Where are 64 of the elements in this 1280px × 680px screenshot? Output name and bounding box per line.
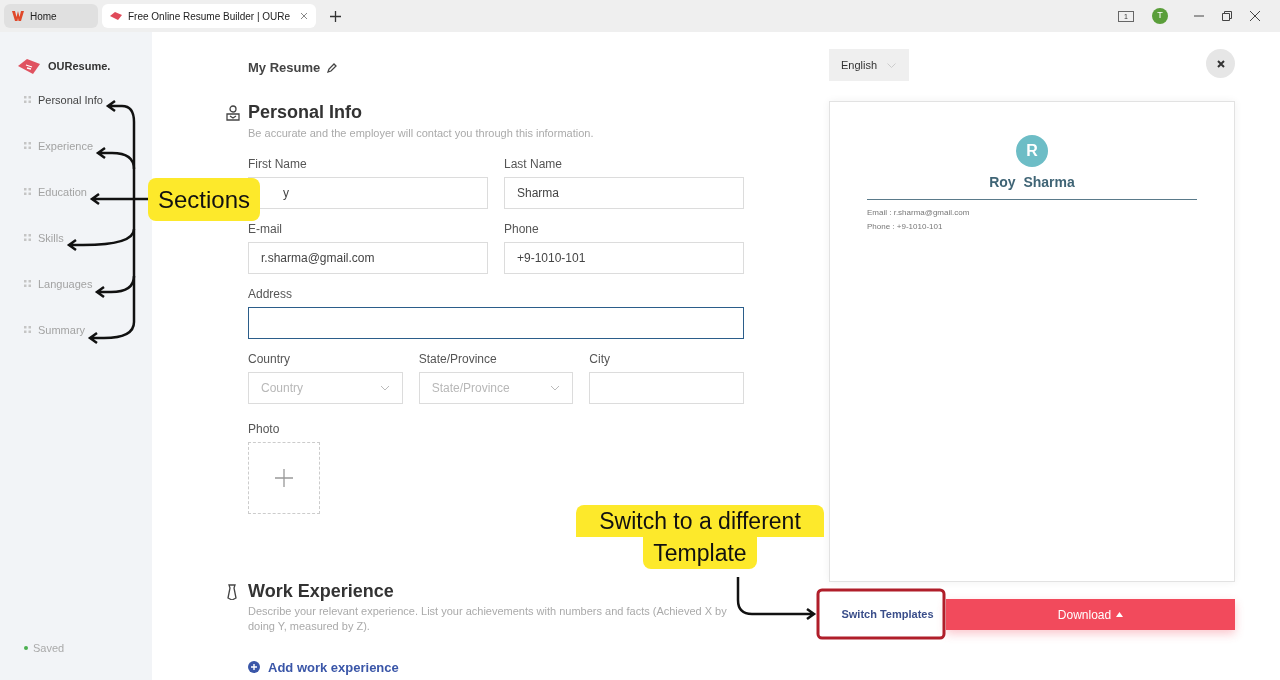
field-label: Phone bbox=[504, 220, 540, 237]
preview-contact-line: Email : r.sharma@gmail.com bbox=[867, 208, 971, 218]
arrow bbox=[96, 146, 136, 171]
close-icon bbox=[1216, 59, 1225, 68]
preview-contact-line: Phone : +9-1010-101 bbox=[867, 222, 944, 232]
caret-up-icon bbox=[1116, 612, 1124, 617]
drag-handle-icon[interactable] bbox=[24, 280, 31, 287]
tie-icon bbox=[226, 583, 238, 600]
field-label: State/Province bbox=[418, 350, 498, 367]
drag-handle-icon[interactable] bbox=[24, 188, 31, 195]
add-work-experience-button[interactable]: Add work experience bbox=[248, 657, 399, 677]
drag-handle-icon[interactable] bbox=[24, 234, 31, 241]
section-title: Personal Info bbox=[248, 101, 364, 123]
plus-circle-icon bbox=[248, 661, 260, 674]
new-tab-icon[interactable] bbox=[330, 10, 342, 22]
field-label: Photo bbox=[248, 420, 281, 437]
brand-name: OUResume. bbox=[48, 58, 111, 74]
arrow bbox=[106, 99, 136, 124]
avatar: R bbox=[1016, 135, 1048, 167]
drag-handle-icon[interactable] bbox=[24, 96, 31, 103]
chevron-down-icon bbox=[379, 384, 390, 391]
drag-handle-icon[interactable] bbox=[24, 142, 31, 149]
person-icon bbox=[226, 105, 240, 121]
field-label: E-mail bbox=[248, 220, 283, 237]
restore-icon[interactable] bbox=[1222, 11, 1232, 21]
arrow bbox=[89, 192, 150, 206]
save-status: Saved bbox=[33, 640, 65, 656]
w-logo-icon bbox=[12, 11, 24, 21]
preview-name: Roy Sharma bbox=[989, 173, 1075, 192]
input-field[interactable]: y bbox=[248, 176, 488, 209]
sidebar-item[interactable]: Personal Info bbox=[24, 92, 103, 108]
field-label: First Name bbox=[248, 155, 308, 172]
annotation-tooltip: Switch to a different bbox=[576, 505, 824, 537]
plus-icon bbox=[275, 468, 293, 487]
browser-tab[interactable]: Free Online Resume Builder | OURe bbox=[102, 4, 317, 28]
input-field[interactable]: r.sharma@gmail.com bbox=[248, 241, 488, 274]
field-label: Address bbox=[248, 285, 294, 302]
photo-upload[interactable] bbox=[248, 441, 320, 514]
section-description: Be accurate and the employer will contact you through this information. bbox=[248, 126, 595, 141]
annotation-tooltip: Sections bbox=[148, 178, 261, 221]
resume-logo-icon bbox=[110, 11, 122, 21]
pencil-icon[interactable] bbox=[326, 62, 339, 74]
brand-logo-icon bbox=[18, 57, 42, 75]
language-dropdown[interactable]: English bbox=[829, 49, 909, 81]
chevron-down-icon bbox=[550, 384, 561, 391]
close-icon[interactable] bbox=[1250, 11, 1260, 21]
field-label: Last Name bbox=[504, 155, 564, 172]
arrow bbox=[67, 227, 136, 252]
input-field[interactable] bbox=[248, 306, 744, 339]
drag-handle-icon[interactable] bbox=[24, 326, 31, 333]
field-label: Country bbox=[248, 350, 292, 367]
browser-tab[interactable]: Home bbox=[4, 4, 98, 28]
section-title: Work Experience bbox=[248, 579, 395, 602]
arrow bbox=[88, 320, 136, 345]
resume-title: My Resume bbox=[248, 59, 321, 78]
annotation-tooltip: Template bbox=[643, 537, 757, 569]
download-button[interactable]: Download bbox=[946, 599, 1235, 630]
close-button[interactable] bbox=[1206, 49, 1235, 78]
chevron-down-icon bbox=[887, 62, 897, 68]
input-field[interactable]: +9-1010-101 bbox=[504, 241, 744, 274]
input-field[interactable]: Sharma bbox=[504, 176, 744, 209]
arrow bbox=[95, 274, 136, 299]
field-label: City bbox=[589, 350, 611, 367]
section-description: Describe your relevant experience. List your achievements with numbers and facts (Achieved X by doing Y, measured by Z). bbox=[248, 603, 728, 634]
